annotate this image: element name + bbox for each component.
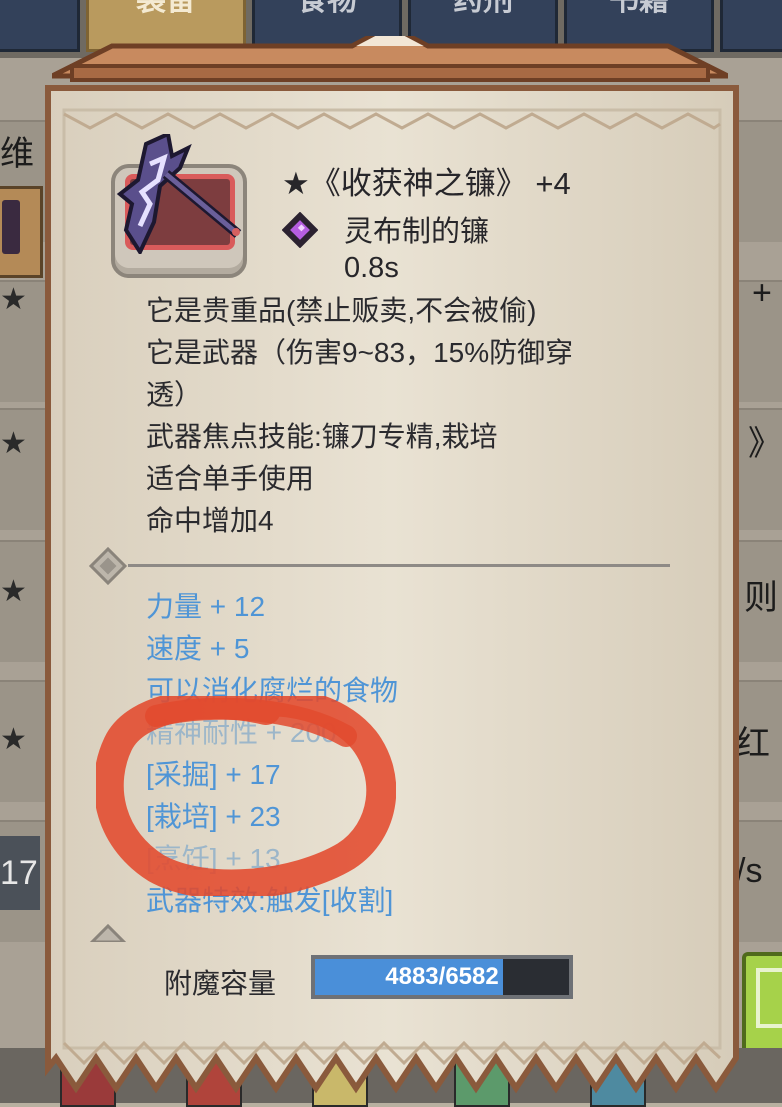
stat-strength: 力量 + 12: [146, 591, 266, 622]
section-divider: [128, 564, 670, 567]
star-icon: ★: [0, 575, 27, 608]
tab-potion-label: 药剂: [453, 0, 513, 17]
enchant-capacity-value: 4883/6582: [385, 963, 499, 990]
desc-line-hit: 命中增加4: [146, 505, 274, 536]
divider-diamond-icon: [88, 546, 128, 586]
item-title: ★《收获神之镰》 +4: [282, 166, 571, 201]
tab-food-label: 食物: [297, 0, 357, 17]
confirm-button-icon: [756, 968, 782, 1028]
inventory-row-text: 维: [0, 135, 34, 173]
stat-cultivation: [栽培] + 23: [146, 801, 281, 832]
desc-line-weapon: 它是武器（伤害9~83，15%防御穿: [146, 337, 574, 368]
tab-book-label: 书籍: [609, 0, 669, 17]
divider-diamond-icon: [89, 923, 127, 942]
stat-digest-rotten: 可以消化腐烂的食物: [146, 675, 399, 706]
inventory-row-text: 》: [748, 425, 782, 463]
inventory-row-text: 则: [744, 579, 778, 617]
item-attack-speed: 0.8s: [344, 252, 399, 284]
desc-line-focus-skill: 武器焦点技能:镰刀专精,栽培: [146, 421, 498, 452]
stat-mental-resist: 精神耐性 + 200: [146, 717, 337, 748]
desc-line-weapon-cont: 透）: [146, 379, 203, 410]
stat-cooking: [烹饪] + 13: [146, 843, 281, 874]
tab-next[interactable]: [720, 0, 782, 52]
star-icon: ★: [0, 283, 27, 316]
item-slot-icon: [2, 200, 20, 254]
enchant-capacity-label: 附魔容量: [164, 968, 277, 999]
star-icon: ★: [0, 723, 27, 756]
star-icon: ★: [0, 427, 27, 460]
scythe-icon: [116, 134, 242, 254]
desc-line-valuable: 它是贵重品(禁止贩卖,不会被偷): [146, 295, 537, 326]
purple-gem-icon: [282, 212, 318, 248]
stat-weapon-effect: 武器特效:触发[收割]: [146, 885, 394, 916]
inventory-count: 17: [0, 836, 40, 910]
stat-speed: 速度 + 5: [146, 633, 250, 664]
item-material: 灵布制的镰: [344, 216, 490, 248]
tab-equipment-label: 装备: [136, 0, 196, 17]
stat-mining: [采掘] + 17: [146, 759, 281, 790]
inventory-row-text: +: [752, 274, 772, 312]
scroll-top-rod: [52, 36, 728, 82]
desc-line-one-hand: 适合单手使用: [146, 463, 315, 494]
